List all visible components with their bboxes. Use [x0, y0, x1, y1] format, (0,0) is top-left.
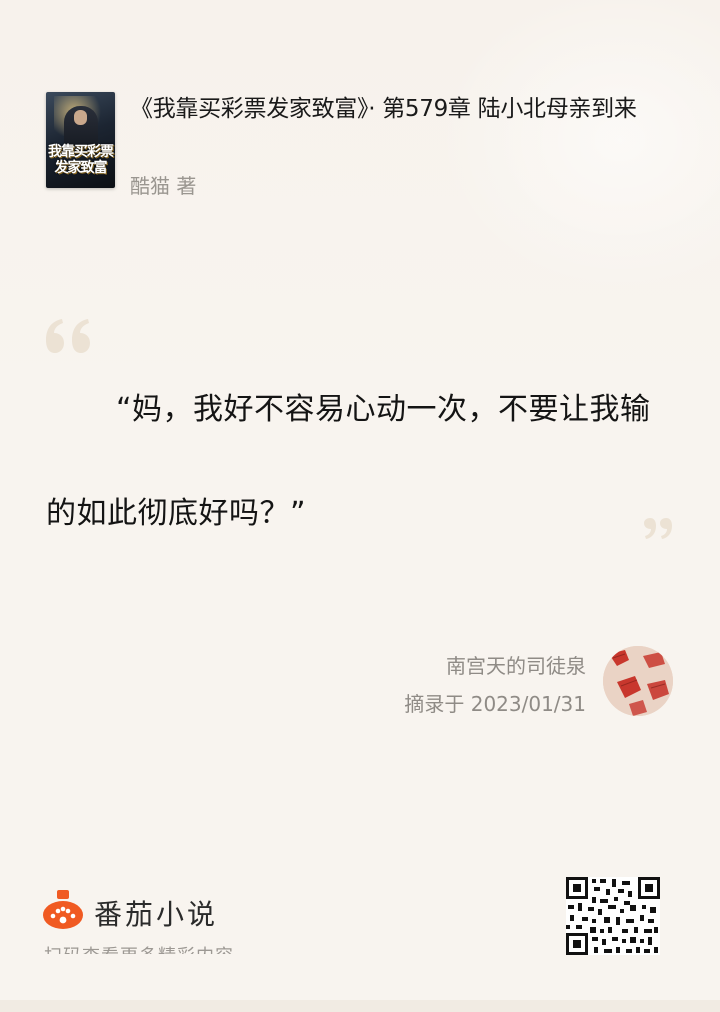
book-author: 酷猫 著: [130, 174, 197, 198]
excerpt-card: 我靠买彩票发家致富 《我靠买彩票发家致富》· 第579章 陆小北母亲到来 酷猫 …: [0, 0, 720, 1000]
cover-title: 我靠买彩票发家致富: [48, 144, 114, 176]
app-hint: 扫码查看更多精彩内容: [44, 942, 234, 954]
excerpt-username[interactable]: 南宫天的司徒泉: [446, 650, 586, 679]
bottom-strip: [0, 1000, 720, 1012]
close-quote-icon: [644, 518, 672, 539]
qr-pattern: [566, 877, 660, 955]
excerpt-date: 摘录于 2023/01/31: [404, 692, 586, 716]
book-header[interactable]: 我靠买彩票发家致富 《我靠买彩票发家致富》· 第579章 陆小北母亲到来 酷猫 …: [46, 92, 686, 202]
avatar-pattern-icon: [603, 646, 673, 716]
book-cover[interactable]: 我靠买彩票发家致富: [46, 92, 115, 188]
open-quote-icon: [46, 319, 90, 353]
app-name: 番茄小说: [94, 898, 219, 931]
qr-code-icon[interactable]: [566, 877, 660, 955]
quote-text: “妈，我好不容易心动一次，不要让我输的如此彻底好吗？”: [46, 392, 651, 531]
app-hint-wrap: 扫码查看更多精彩内容: [44, 940, 344, 954]
tomato-logo-icon: [43, 890, 83, 929]
cover-face: [74, 110, 87, 125]
avatar[interactable]: [603, 646, 673, 716]
book-title[interactable]: 《我靠买彩票发家致富》· 第579章 陆小北母亲到来: [130, 94, 690, 125]
